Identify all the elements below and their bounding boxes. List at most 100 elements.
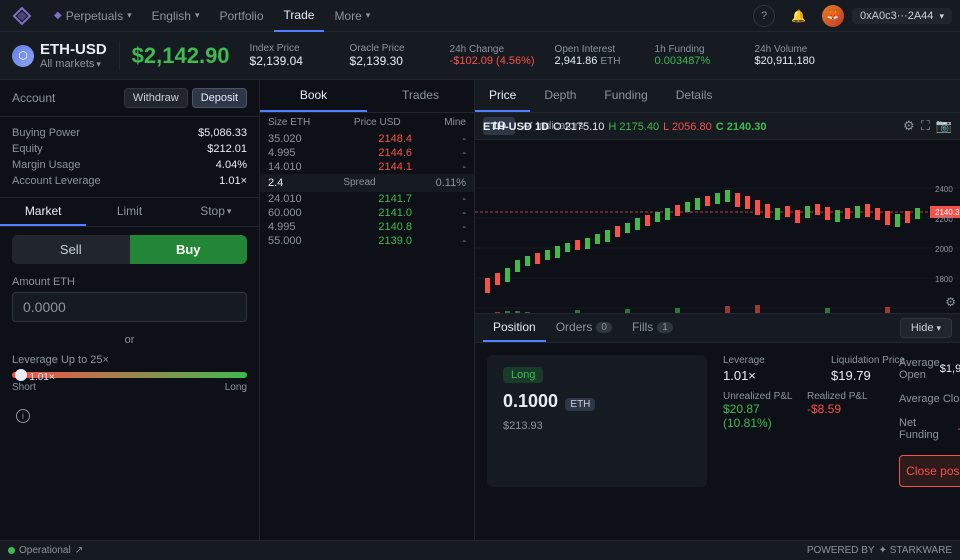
account-actions: Withdraw Deposit xyxy=(124,88,247,108)
position-usd-value: $213.93 xyxy=(503,420,691,432)
position-leverage-section: Leverage 1.01× Liquidation Price $19.79 … xyxy=(723,355,883,487)
equity-row: Equity $212.01 xyxy=(12,141,247,157)
chart-settings-bottom[interactable]: ⚙ xyxy=(945,295,956,309)
margin-usage-row: Margin Usage 4.04% xyxy=(12,157,247,173)
camera-icon[interactable]: 📷 xyxy=(936,118,952,134)
info-icon[interactable]: i xyxy=(16,409,30,423)
tab-funding[interactable]: Funding xyxy=(590,80,661,112)
tab-orders[interactable]: Orders 0 xyxy=(546,314,622,342)
amount-input-wrap[interactable] xyxy=(12,292,247,322)
deposit-button[interactable]: Deposit xyxy=(192,88,247,108)
tab-limit[interactable]: Limit xyxy=(86,198,172,226)
buying-power-row: Buying Power $5,086.33 xyxy=(12,125,247,141)
logo[interactable] xyxy=(8,2,36,30)
book-tabs: Book Trades xyxy=(260,80,474,113)
tab-market[interactable]: Market xyxy=(0,198,86,226)
market-tag[interactable]: All markets ▾ xyxy=(40,58,107,70)
chart-tabs: Price Depth Funding Details xyxy=(475,80,960,113)
svg-text:2200: 2200 xyxy=(935,215,953,224)
hide-button[interactable]: Hide ▾ xyxy=(900,318,952,338)
withdraw-button[interactable]: Withdraw xyxy=(124,88,188,108)
ask-row[interactable]: 35.020 2148.4 - xyxy=(260,132,474,146)
amount-input[interactable] xyxy=(23,299,236,315)
tab-price[interactable]: Price xyxy=(475,80,530,112)
order-type-tabs: Market Limit Stop ▾ xyxy=(0,198,259,227)
1h-funding-stat: 1h Funding 0.003487% xyxy=(655,44,735,67)
market-symbol[interactable]: ⬡ ETH-USD All markets ▾ xyxy=(12,41,120,70)
svg-text:2000: 2000 xyxy=(935,245,953,254)
settings-icon[interactable]: ⚙ xyxy=(903,118,915,134)
tab-details[interactable]: Details xyxy=(662,80,727,112)
bid-row[interactable]: 60.000 2141.0 - xyxy=(260,206,474,220)
leverage-thumb[interactable] xyxy=(15,369,27,381)
tab-fills[interactable]: Fills 1 xyxy=(622,314,683,342)
account-header: Account Withdraw Deposit xyxy=(0,80,259,117)
buy-button[interactable]: Buy xyxy=(130,235,248,264)
realized-pnl: Realized P&L -$8.59 xyxy=(807,391,883,430)
svg-text:1800: 1800 xyxy=(935,275,953,284)
position-tabs-bar: Position Orders 0 Fills 1 Hide ▾ xyxy=(475,313,960,343)
wallet-address[interactable]: 0xA0c3···2A44 ▾ xyxy=(852,8,952,24)
position-content: Long 0.1000 ETH $213.93 Leverage 1.01× L… xyxy=(475,343,960,499)
24h-change-stat: 24h Change -$102.09 (4.56%) xyxy=(450,44,535,67)
open-interest-stat: Open Interest 2,941.86 ETH xyxy=(555,44,635,67)
avatar-icon[interactable]: 🦊 xyxy=(822,5,844,27)
ohlc-info: ETH-USD 1D O 2175.10 H 2175.40 L 2056.80… xyxy=(483,121,766,133)
index-price-stat: Index Price $2,139.04 xyxy=(250,43,330,68)
leverage-label: Leverage Up to 25× xyxy=(12,354,247,366)
pnl-row: Unrealized P&L $20.87 (10.81%) Realized … xyxy=(723,391,883,430)
position-card: Long 0.1000 ETH $213.93 xyxy=(487,355,707,487)
notifications-button[interactable]: 🔔 xyxy=(783,0,814,32)
tab-position[interactable]: Position xyxy=(483,314,546,342)
bid-row[interactable]: 24.010 2141.7 - xyxy=(260,192,474,206)
main-layout: Account Withdraw Deposit Buying Power $5… xyxy=(0,80,960,560)
account-label: Account xyxy=(12,91,55,105)
info-row: i xyxy=(0,401,259,431)
tab-book[interactable]: Book xyxy=(260,80,367,112)
chart-area: 1D Indicators ⚙ ⛶ 📷 ETH-USD 1D xyxy=(475,113,960,313)
tab-stop[interactable]: Stop ▾ xyxy=(173,198,259,226)
tab-depth[interactable]: Depth xyxy=(530,80,590,112)
leverage-stat: Leverage 1.01× xyxy=(723,355,815,383)
starkware-logo: ✦ STARKWARE xyxy=(879,545,952,556)
ask-row[interactable]: 4.995 2144.6 - xyxy=(260,146,474,160)
right-panel: Price Depth Funding Details 1D Indicator… xyxy=(475,80,960,560)
buy-sell-toggle: Sell Buy xyxy=(12,235,247,264)
market-price: $2,142.90 xyxy=(132,43,230,69)
footer-brand: POWERED BY ✦ STARKWARE xyxy=(807,545,952,556)
nav-trade[interactable]: Trade xyxy=(274,0,325,32)
footer-status[interactable]: Operational ↗ xyxy=(8,545,83,556)
top-nav: ◆ Perpetuals ▾ English ▾ Portfolio Trade… xyxy=(0,0,960,32)
bid-row[interactable]: 55.000 2139.0 - xyxy=(260,234,474,248)
nav-perpetuals[interactable]: ◆ Perpetuals ▾ xyxy=(44,0,142,32)
ask-row[interactable]: 14.010 2144.1 - xyxy=(260,160,474,174)
tab-trades[interactable]: Trades xyxy=(367,80,474,112)
close-position-button[interactable]: Close position xyxy=(899,455,960,487)
order-book-panel: Book Trades Size ETH Price USD Mine 35.0… xyxy=(260,80,475,560)
eth-icon: ⬡ xyxy=(12,45,34,67)
sell-button[interactable]: Sell xyxy=(12,235,130,264)
nav-portfolio[interactable]: Portfolio xyxy=(210,0,274,32)
or-divider: or xyxy=(0,330,259,350)
diamond-icon: ◆ xyxy=(54,10,62,21)
avg-close-row: Average Close - xyxy=(899,391,960,407)
nav-language[interactable]: English ▾ xyxy=(142,0,210,32)
nav-more[interactable]: More ▾ xyxy=(324,0,380,32)
avg-open-row: Average Open $1,930.40 xyxy=(899,355,960,383)
amount-section: Amount ETH xyxy=(0,272,259,330)
account-stats: Buying Power $5,086.33 Equity $212.01 Ma… xyxy=(0,117,259,198)
long-tag: Long xyxy=(503,367,543,383)
account-leverage-row: Account Leverage 1.01× xyxy=(12,173,247,189)
position-amount: 0.1000 ETH xyxy=(503,391,691,412)
leverage-liq-grid: Leverage 1.01× Liquidation Price $19.79 xyxy=(723,355,923,383)
leverage-slider[interactable]: 1.01× xyxy=(12,372,247,378)
left-panel: Account Withdraw Deposit Buying Power $5… xyxy=(0,80,260,560)
leverage-value: 1.01× xyxy=(29,372,54,383)
nav-right-area: ? 🔔 🦊 0xA0c3···2A44 ▾ xyxy=(753,0,952,32)
expand-icon[interactable]: ⛶ xyxy=(921,118,930,134)
help-button[interactable]: ? xyxy=(753,5,775,27)
bid-row[interactable]: 4.995 2140.8 - xyxy=(260,220,474,234)
leverage-ends: Short Long xyxy=(12,382,247,393)
chart-toolbar-right: ⚙ ⛶ 📷 xyxy=(903,118,952,134)
unrealized-pnl: Unrealized P&L $20.87 (10.81%) xyxy=(723,391,799,430)
